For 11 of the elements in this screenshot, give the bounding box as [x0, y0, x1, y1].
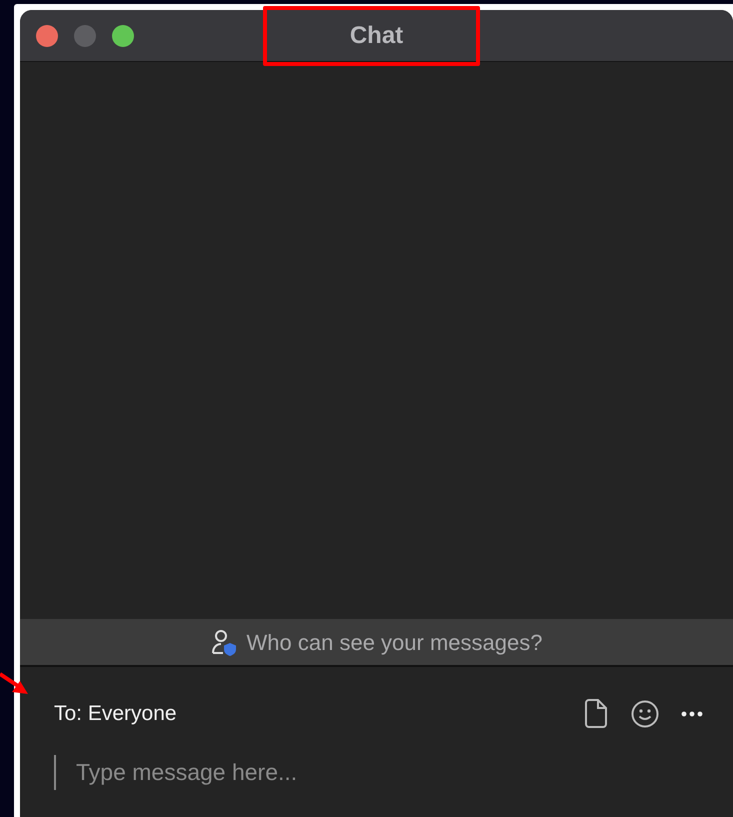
file-icon[interactable] — [583, 699, 609, 729]
message-input[interactable]: Type message here... — [54, 755, 703, 790]
window-title: Chat — [350, 20, 404, 50]
privacy-banner[interactable]: Who can see your messages? — [20, 619, 733, 667]
user-shield-icon — [210, 628, 239, 656]
emoji-icon[interactable] — [631, 700, 659, 728]
zoom-button[interactable] — [112, 24, 134, 46]
more-icon[interactable] — [681, 711, 703, 717]
close-button[interactable] — [36, 24, 58, 46]
recipient-selector[interactable]: To: Everyone — [54, 698, 177, 730]
privacy-link[interactable]: Who can see your messages? — [246, 626, 542, 658]
